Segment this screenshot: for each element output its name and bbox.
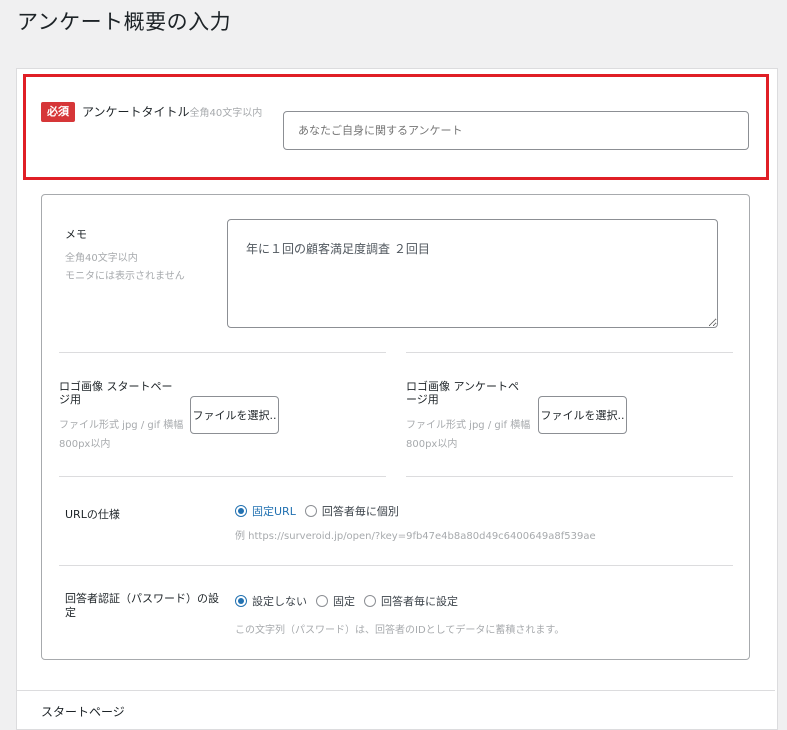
survey-title-input[interactable] xyxy=(283,111,749,150)
radio-unchecked-icon[interactable] xyxy=(364,595,376,607)
auth-option-per-respondent-label: 回答者毎に設定 xyxy=(381,595,458,608)
logo-start-hint: ファイル形式 jpg / gif 横幅800px以内 xyxy=(59,420,184,450)
section-divider xyxy=(17,690,775,691)
auth-radio-group: 設定しない 固定 回答者毎に設定 xyxy=(235,593,467,609)
url-spec-option-fixed-label: 固定URL xyxy=(252,505,296,518)
divider xyxy=(59,352,386,353)
survey-title-label: アンケートタイトル全角40文字以内 xyxy=(82,103,262,120)
url-spec-radio-group: 固定URL 回答者毎に個別 xyxy=(235,503,408,519)
logo-survey-file-button[interactable]: ファイルを選択.. xyxy=(538,396,627,434)
url-spec-option-fixed[interactable]: 固定URL xyxy=(235,503,296,519)
logo-survey-label: ロゴ画像 アンケートページ用 xyxy=(406,380,520,406)
url-spec-option-individual[interactable]: 回答者毎に個別 xyxy=(304,503,399,519)
divider xyxy=(59,565,733,566)
survey-title-hint: 全角40文字以内 xyxy=(189,108,263,119)
divider xyxy=(59,476,386,477)
radio-unchecked-icon[interactable] xyxy=(304,505,317,517)
divider xyxy=(406,476,733,477)
memo-label: メモ xyxy=(65,228,87,241)
auth-label: 回答者認証（パスワード）の設定 xyxy=(65,592,219,619)
logo-start-label: ロゴ画像 スタートページ用 xyxy=(59,380,173,406)
survey-title-label-text: アンケートタイトル xyxy=(82,105,190,119)
memo-hint-line1: 全角40文字以内 xyxy=(65,253,138,264)
url-spec-label: URLの仕様 xyxy=(65,508,120,521)
memo-textarea[interactable]: 年に１回の顧客満足度調査 ２回目 xyxy=(227,219,718,328)
auth-option-none-label: 設定しない xyxy=(252,595,307,608)
logo-start-file-button[interactable]: ファイルを選択.. xyxy=(190,396,279,434)
url-spec-option-individual-label: 回答者毎に個別 xyxy=(321,505,399,518)
auth-option-per-respondent[interactable]: 回答者毎に設定 xyxy=(364,593,458,609)
memo-hint: 全角40文字以内 モニタには表示されません xyxy=(65,250,185,286)
divider xyxy=(406,352,733,353)
start-page-section-label: スタートページ xyxy=(41,705,125,719)
logo-survey-hint: ファイル形式 jpg / gif 横幅800px以内 xyxy=(406,420,531,450)
auth-option-fixed-label: 固定 xyxy=(333,595,355,608)
radio-checked-icon[interactable] xyxy=(235,595,247,607)
url-spec-example: 例 https://surveroid.jp/open/?key=9fb47e4… xyxy=(235,531,596,542)
auth-note: この文字列（パスワード）は、回答者のIDとしてデータに蓄積されます。 xyxy=(235,625,565,636)
auth-option-fixed[interactable]: 固定 xyxy=(316,593,355,609)
auth-option-none[interactable]: 設定しない xyxy=(235,593,307,609)
radio-checked-icon[interactable] xyxy=(235,505,247,517)
radio-unchecked-icon[interactable] xyxy=(316,595,328,607)
memo-hint-line2: モニタには表示されません xyxy=(65,271,185,282)
page-title: アンケート概要の入力 xyxy=(17,10,232,34)
required-badge: 必須 xyxy=(41,102,75,122)
